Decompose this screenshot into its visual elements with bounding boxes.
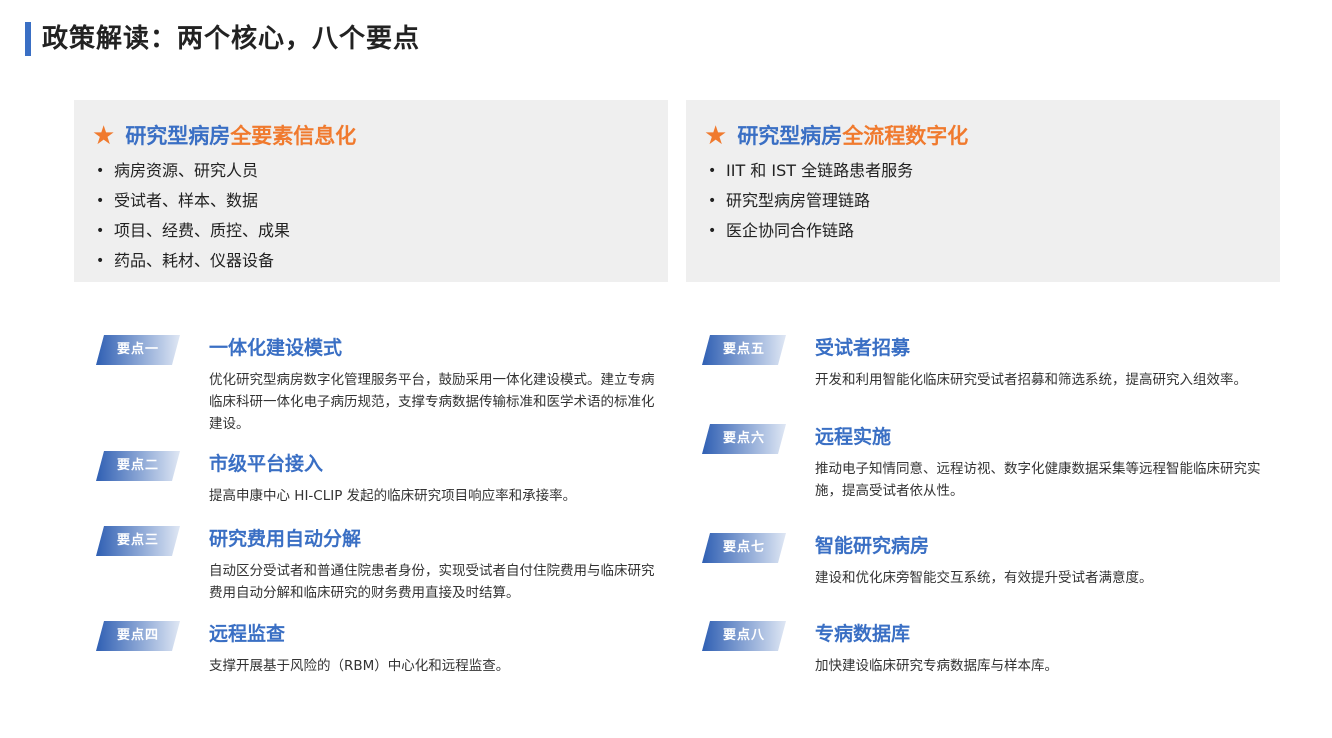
bullet-icon: •	[708, 223, 717, 239]
point-title: 专病数据库	[815, 623, 911, 645]
point-title: 智能研究病房	[815, 535, 930, 557]
point-badge: 要点一	[96, 335, 180, 365]
core-title-blue: 研究型病房	[737, 124, 843, 148]
list-item-text: 研究型病房管理链路	[726, 191, 871, 210]
page-title: 政策解读：两个核心，八个要点	[42, 24, 421, 54]
star-icon: ★	[92, 121, 116, 151]
core-list: • IIT 和 IST 全链路患者服务 • 研究型病房管理链路 • 医企协同合作链路	[704, 156, 1280, 246]
core-header: ★ 研究型病房全要素信息化	[92, 118, 668, 154]
list-item-text: 项目、经费、质控、成果	[114, 221, 291, 240]
point-badge-label: 要点七	[722, 540, 765, 555]
core-title-orange: 全要素信息化	[230, 124, 357, 148]
list-item-text: IIT 和 IST 全链路患者服务	[726, 161, 914, 180]
list-item: • 医企协同合作链路	[704, 216, 1280, 246]
core-box-1: ★ 研究型病房全要素信息化 • 病房资源、研究人员 • 受试者、样本、数据 • 项目、…	[74, 100, 668, 282]
point-badge: 要点二	[96, 451, 180, 481]
core-list: • 病房资源、研究人员 • 受试者、样本、数据 • 项目、经费、质控、成果 • 药品、耗…	[92, 156, 668, 276]
list-item: • 受试者、样本、数据	[92, 186, 668, 216]
point-title: 一体化建设模式	[209, 337, 343, 359]
list-item: • 病房资源、研究人员	[92, 156, 668, 186]
point-desc: 优化研究型病房数字化管理服务平台，鼓励采用一体化建设模式。建立专病临床科研一体化…	[209, 372, 655, 432]
list-item: • 药品、耗材、仪器设备	[92, 246, 668, 276]
point-badge-label: 要点五	[722, 342, 765, 357]
bullet-icon: •	[708, 163, 717, 179]
list-item-text: 药品、耗材、仪器设备	[114, 251, 275, 270]
point-title: 研究费用自动分解	[209, 528, 362, 550]
point-desc: 建设和优化床旁智能交互系统，有效提升受试者满意度。	[815, 570, 1153, 586]
bullet-icon: •	[96, 253, 105, 269]
point-badge-label: 要点八	[722, 628, 765, 643]
core-box-2: ★ 研究型病房全流程数字化 • IIT 和 IST 全链路患者服务 • 研究型病房管…	[686, 100, 1280, 282]
bullet-icon: •	[96, 193, 105, 209]
core-title: 研究型病房全要素信息化	[125, 118, 356, 154]
list-item-text: 病房资源、研究人员	[114, 161, 259, 180]
bullet-icon: •	[96, 163, 105, 179]
point-badge: 要点八	[702, 621, 786, 651]
point-badge-label: 要点三	[116, 533, 159, 548]
core-header: ★ 研究型病房全流程数字化	[704, 118, 1280, 154]
point-desc: 自动区分受试者和普通住院患者身份，实现受试者自付住院费用与临床研究费用自动分解和…	[209, 563, 655, 601]
star-icon: ★	[704, 121, 728, 151]
bullet-icon: •	[96, 223, 105, 239]
point-desc: 提高申康中心 HI-CLIP 发起的临床研究项目响应率和承接率。	[209, 488, 577, 504]
point-badge: 要点三	[96, 526, 180, 556]
point-desc: 开发和利用智能化临床研究受试者招募和筛选系统，提高研究入组效率。	[815, 372, 1247, 388]
title-accent-bar	[25, 22, 31, 56]
point-desc: 推动电子知情同意、远程访视、数字化健康数据采集等远程智能临床研究实施，提高受试者…	[815, 461, 1261, 499]
list-item-text: 医企协同合作链路	[726, 221, 855, 240]
point-title: 远程监查	[209, 623, 286, 645]
point-title: 市级平台接入	[209, 453, 324, 475]
core-title-orange: 全流程数字化	[842, 124, 969, 148]
point-title: 远程实施	[815, 426, 892, 448]
point-desc: 支撑开展基于风险的（RBM）中心化和远程监查。	[209, 658, 510, 674]
bullet-icon: •	[708, 193, 717, 209]
point-badge: 要点五	[702, 335, 786, 365]
list-item-text: 受试者、样本、数据	[114, 191, 259, 210]
point-badge-label: 要点四	[116, 628, 159, 643]
point-badge-label: 要点二	[116, 458, 159, 473]
list-item: • IIT 和 IST 全链路患者服务	[704, 156, 1280, 186]
point-badge: 要点七	[702, 533, 786, 563]
point-badge: 要点六	[702, 424, 786, 454]
list-item: • 项目、经费、质控、成果	[92, 216, 668, 246]
point-badge-label: 要点一	[116, 342, 159, 357]
point-badge-label: 要点六	[722, 431, 765, 446]
core-title: 研究型病房全流程数字化	[737, 118, 968, 154]
point-title: 受试者招募	[815, 337, 911, 359]
list-item: • 研究型病房管理链路	[704, 186, 1280, 216]
point-badge: 要点四	[96, 621, 180, 651]
point-desc: 加快建设临床研究专病数据库与样本库。	[815, 658, 1058, 674]
core-title-blue: 研究型病房	[125, 124, 231, 148]
